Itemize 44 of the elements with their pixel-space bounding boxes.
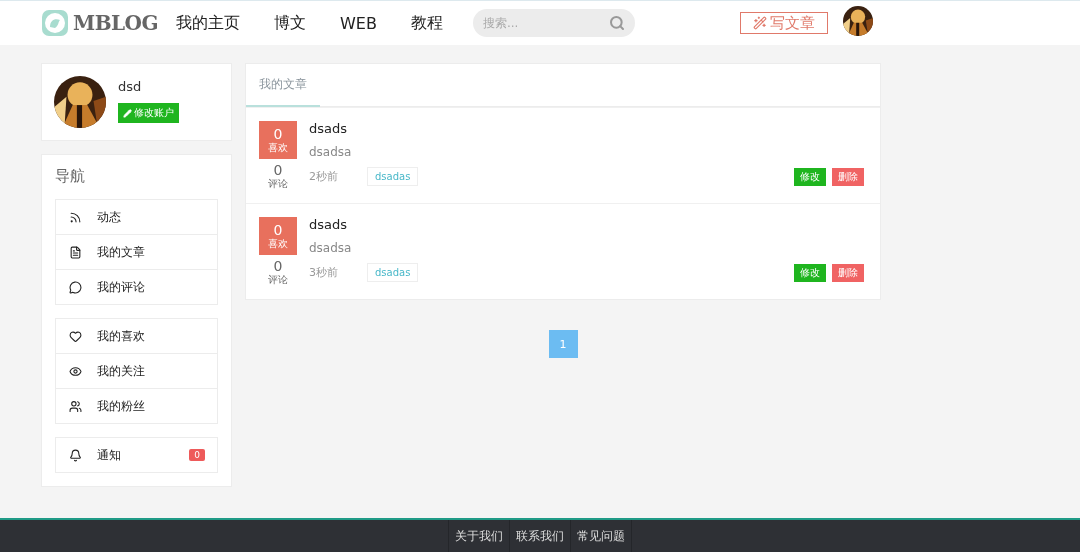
bell-icon [69, 448, 82, 462]
post-summary: dsadsa [309, 145, 353, 159]
panel-title: 导航 [55, 167, 86, 186]
post-title[interactable]: dsads [309, 217, 864, 232]
post-title[interactable]: dsads [309, 121, 864, 136]
count-badge: 0 [189, 449, 205, 461]
comments-label: 评论 [268, 178, 288, 190]
comments-count: 0 [273, 162, 283, 178]
nav-item[interactable]: 我的粉丝 [56, 388, 217, 423]
likes-count: 0 [273, 126, 283, 142]
likes-count: 0 [273, 222, 283, 238]
post-time: 2秒前 [309, 169, 339, 184]
comments-count: 0 [273, 258, 283, 274]
nav-link[interactable]: 我的主页 [176, 12, 240, 34]
speech-bubble-icon [69, 280, 82, 294]
likes-label: 喜欢 [268, 142, 288, 154]
nav-link[interactable]: 教程 [410, 12, 443, 34]
nav-item[interactable]: 我的评论 [56, 269, 217, 304]
post-summary: dsadsa [309, 241, 353, 255]
logo-text: MBLOG [73, 11, 159, 35]
nav-item[interactable]: 动态 [56, 200, 217, 234]
comments-label: 评论 [268, 274, 288, 286]
nav-item[interactable]: 我的关注 [56, 353, 217, 388]
users-icon [69, 399, 82, 413]
nav-item[interactable]: 通知 0 [56, 438, 217, 472]
pencil-icon [123, 108, 132, 118]
document-icon [69, 245, 82, 259]
footer-link[interactable]: 联系我们 [509, 520, 570, 552]
nav-item[interactable]: 我的喜欢 [56, 319, 217, 353]
logo-icon [41, 9, 69, 37]
nav-item[interactable]: 我的文章 [56, 234, 217, 269]
user-name: dsd [118, 79, 143, 94]
rss-icon [69, 210, 82, 224]
likes-label: 喜欢 [268, 238, 288, 250]
search-field[interactable]: 搜索... [472, 9, 635, 37]
footer-link[interactable]: 关于我们 [448, 520, 509, 552]
heart-icon [69, 329, 82, 343]
footer-link[interactable]: 常见问题 [570, 520, 632, 552]
eye-icon [69, 364, 82, 378]
nav-link[interactable]: WEB [340, 13, 377, 33]
search-icon [608, 15, 625, 31]
nav-link[interactable]: 博文 [274, 12, 306, 34]
post-time: 3秒前 [309, 265, 339, 280]
magic-wand-icon [752, 16, 767, 30]
